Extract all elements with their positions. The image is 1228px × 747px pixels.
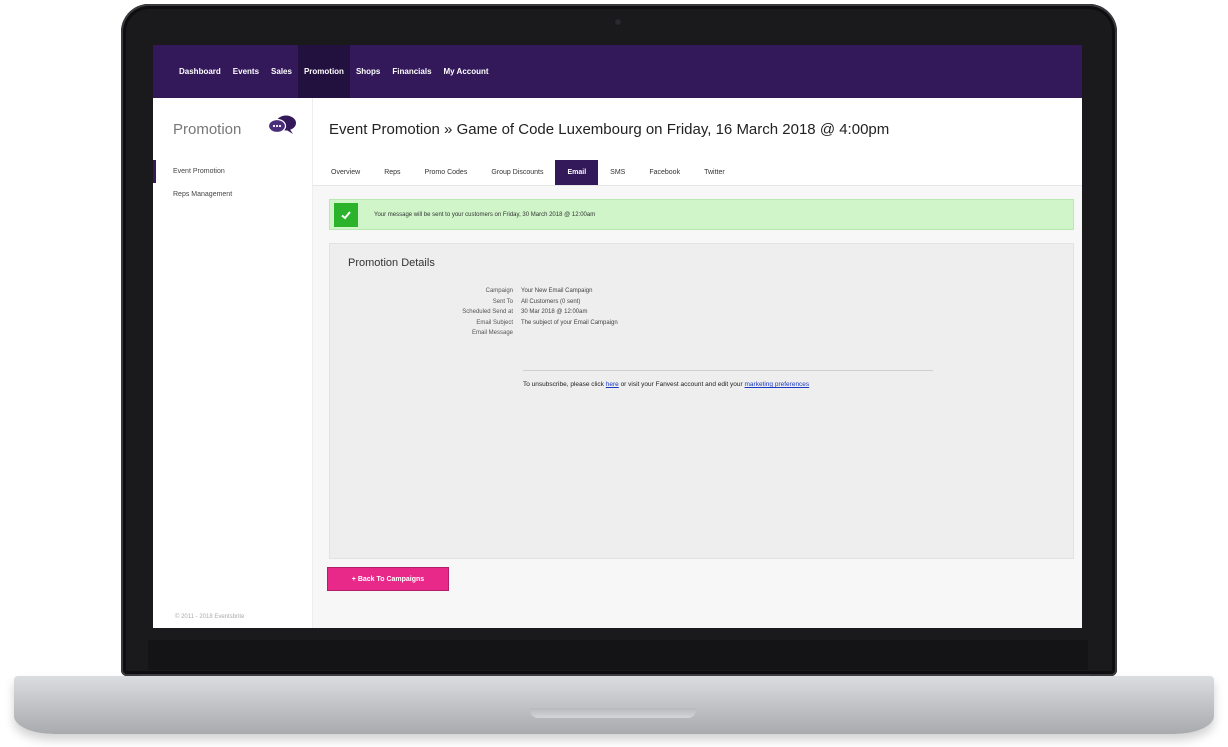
nav-sales[interactable]: Sales [265, 45, 298, 98]
nav-shops[interactable]: Shops [350, 45, 386, 98]
panel-title: Promotion Details [348, 257, 435, 269]
detail-label: Scheduled Send at [462, 309, 513, 316]
sidebar: Promotion Event Promotion Reps Managemen… [153, 98, 313, 628]
detail-label: Email Message [471, 330, 513, 337]
nav-dashboard[interactable]: Dashboard [173, 45, 227, 98]
copyright-footer: © 2011 - 2018 Eventsbrite [175, 614, 245, 620]
detail-value: Your New Email Campaign [521, 288, 593, 295]
tab-twitter[interactable]: Twitter [692, 160, 737, 185]
detail-row-subject: Email Subject The subject of your Email … [348, 318, 618, 329]
success-alert: Your message will be sent to your custom… [329, 199, 1074, 230]
nav-my-account[interactable]: My Account [438, 45, 495, 98]
laptop-notch [530, 708, 696, 718]
sidebar-item-reps-management[interactable]: Reps Management [153, 183, 312, 206]
sidebar-item-event-promotion[interactable]: Event Promotion [153, 160, 312, 183]
detail-label: Sent To [492, 298, 513, 305]
unsubscribe-text: To unsubscribe, please click here or vis… [523, 381, 943, 389]
nav-financials[interactable]: Financials [386, 45, 437, 98]
tab-promo-codes[interactable]: Promo Codes [413, 160, 480, 185]
detail-label: Campaign [485, 288, 513, 295]
message-divider [523, 370, 933, 371]
chat-bubbles-icon [267, 115, 296, 134]
sidebar-title: Promotion [173, 120, 242, 138]
unsubscribe-middle: or visit your Fanvest account and edit y… [618, 381, 745, 388]
unsubscribe-prefix: To unsubscribe, please click [523, 381, 606, 388]
laptop-bezel-bottom [148, 640, 1088, 670]
tab-email[interactable]: Email [555, 160, 599, 185]
detail-row-sent-to: Sent To All Customers (0 sent) [348, 297, 618, 308]
tab-bar: Overview Reps Promo Codes Group Discount… [313, 160, 1082, 186]
nav-promotion[interactable]: Promotion [297, 45, 350, 98]
tab-sms[interactable]: SMS [598, 160, 637, 185]
nav-events[interactable]: Events [227, 45, 265, 98]
tab-reps[interactable]: Reps [372, 160, 412, 185]
promotion-details-panel: Promotion Details Campaign Your New Emai… [329, 243, 1074, 559]
laptop-base [14, 676, 1214, 734]
detail-row-scheduled: Scheduled Send at 30 Mar 2018 @ 12:00am [348, 307, 618, 318]
detail-row-campaign: Campaign Your New Email Campaign [348, 286, 618, 297]
tab-overview[interactable]: Overview [319, 160, 372, 185]
alert-message: Your message will be sent to your custom… [374, 211, 596, 218]
camera-icon [614, 18, 622, 26]
tab-facebook[interactable]: Facebook [637, 160, 692, 185]
checkmark-icon [334, 202, 358, 227]
detail-value: The subject of your Email Campaign [521, 319, 618, 326]
sidebar-header: Promotion [153, 98, 312, 160]
detail-value: All Customers (0 sent) [521, 298, 581, 305]
back-to-campaigns-button[interactable]: + Back To Campaigns [327, 567, 449, 591]
detail-value: 30 Mar 2018 @ 12:00am [521, 309, 588, 316]
main-content: Event Promotion » Game of Code Luxembour… [313, 98, 1082, 628]
details-list: Campaign Your New Email Campaign Sent To… [348, 286, 618, 339]
tab-group-discounts[interactable]: Group Discounts [479, 160, 555, 185]
top-navigation: Dashboard Events Sales Promotion Shops F… [153, 45, 1082, 98]
page-title: Event Promotion » Game of Code Luxembour… [313, 98, 1082, 160]
marketing-preferences-link[interactable]: marketing preferences [745, 381, 810, 388]
laptop-mockup: Dashboard Events Sales Promotion Shops F… [0, 0, 1228, 747]
screen: Dashboard Events Sales Promotion Shops F… [153, 45, 1082, 628]
detail-label: Email Subject [476, 319, 513, 326]
unsubscribe-here-link[interactable]: here [606, 381, 619, 388]
detail-row-message: Email Message [348, 328, 618, 339]
